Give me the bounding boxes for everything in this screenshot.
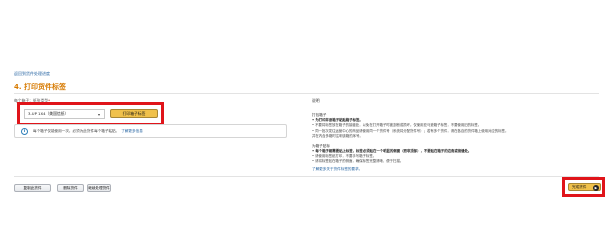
paper-type-select-value: 3-UP 1X4（美国信纸）: [28, 111, 69, 116]
print-box-labels-button[interactable]: 打印箱子标签: [110, 109, 158, 118]
actions-divider: [14, 176, 599, 177]
complete-shipment-button[interactable]: 完成货件 ▶: [568, 183, 601, 191]
chevron-down-icon: ▾: [97, 111, 100, 117]
info-icon: i: [21, 127, 28, 135]
info-message: i 每个箱子仅能使用一次。必须为此货件每个箱子粘贴。 了解更多信息: [14, 124, 287, 138]
help-heading: 说明: [312, 98, 320, 103]
section-title: 4. 打印货件标签: [14, 83, 66, 91]
paper-type-select[interactable]: 3-UP 1X4（美国信纸） ▾: [24, 109, 105, 119]
info-learn-more-link[interactable]: 了解更多信息: [121, 129, 143, 134]
complete-shipment-label: 完成货件: [572, 184, 587, 189]
work-on-shipment-button[interactable]: 继续处理货件: [87, 184, 111, 192]
arrow-right-icon: ▶: [593, 184, 599, 191]
help-learn-more-link[interactable]: 了解更多关于货件标签的要求。: [312, 167, 602, 172]
back-to-shipments-link[interactable]: 返回到货件处理进度: [14, 71, 50, 77]
section-divider: [14, 93, 599, 94]
info-text: 每个箱子仅能使用一次。必须为此货件每个箱子粘贴。: [33, 128, 120, 133]
help-panel: 说明 打包箱子 • 为打印并逐箱子粘贴箱子标签。 • 不要将标签放在箱子的接缝处…: [312, 98, 602, 172]
help-line: • 请将标签贴在箱子的侧面，确保标签完整清晰，便于扫描。: [312, 159, 404, 164]
delete-shipment-button[interactable]: 删除货件: [57, 184, 84, 192]
copy-shipment-button[interactable]: 复制此货件: [14, 184, 51, 192]
